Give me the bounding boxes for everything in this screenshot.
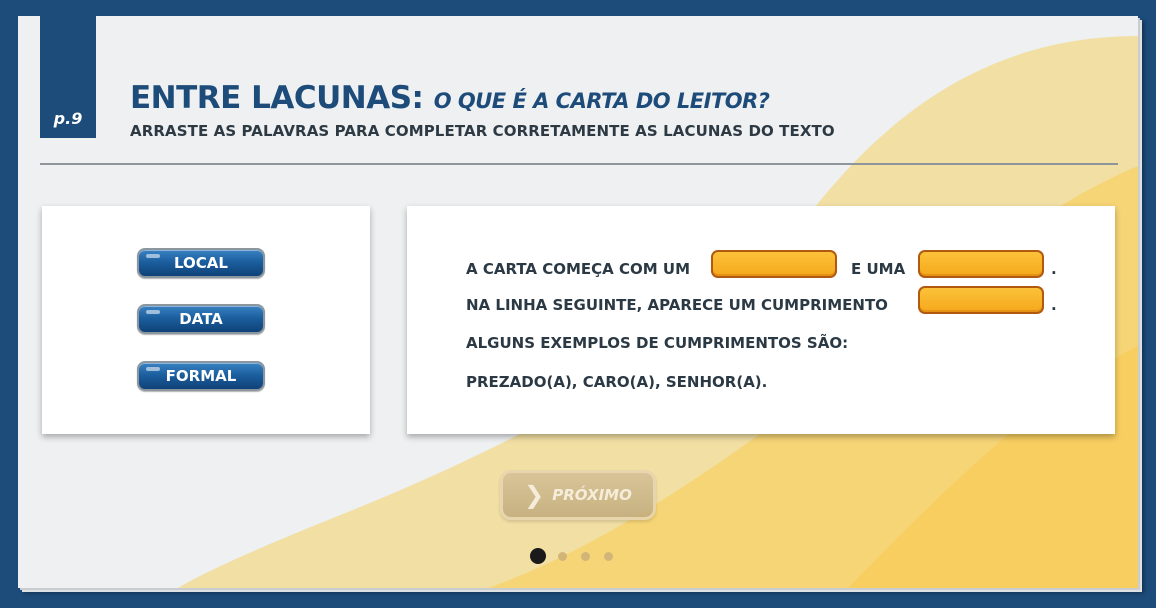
gap-text-card: A CARTA COMEÇA COM UM E UMA . NA LINHA S… [407, 206, 1115, 434]
word-bank-card: LOCAL DATA FORMAL [42, 206, 370, 434]
activity-page: p.9 ENTRE LACUNAS: O QUE É A CARTA DO LE… [18, 16, 1138, 588]
word-button-local[interactable]: LOCAL [137, 248, 265, 278]
title-main: ENTRE LACUNAS: [130, 80, 424, 116]
text-line-2: NA LINHA SEGUINTE, APARECE UM CUMPRIMENT… [466, 296, 888, 314]
pagination-dot-2[interactable] [558, 552, 567, 561]
drop-blank-3[interactable] [918, 286, 1044, 314]
pagination-dot-3[interactable] [581, 552, 590, 561]
page-number: p.9 [53, 109, 83, 128]
header-divider [40, 163, 1118, 165]
page-tab: p.9 [40, 16, 96, 138]
pagination-dot-4[interactable] [604, 552, 613, 561]
next-button[interactable]: ❯ PRÓXIMO [500, 470, 656, 520]
text-line-4: PREZADO(A), CARO(A), SENHOR(A). [466, 373, 768, 391]
text-line-3: ALGUNS EXEMPLOS DE CUMPRIMENTOS SÃO: [466, 334, 849, 352]
page-title: ENTRE LACUNAS: O QUE É A CARTA DO LEITOR… [130, 80, 770, 116]
title-subtitle: O QUE É A CARTA DO LEITOR? [433, 89, 770, 113]
drop-blank-2[interactable] [918, 250, 1044, 278]
instruction-text: ARRASTE AS PALAVRAS PARA COMPLETAR CORRE… [130, 122, 835, 140]
pagination-dot-1[interactable] [530, 548, 546, 564]
text-line-1b: E UMA [851, 260, 906, 278]
word-button-data[interactable]: DATA [137, 304, 265, 334]
chevron-right-icon: ❯ [524, 481, 545, 509]
word-button-formal[interactable]: FORMAL [137, 361, 265, 391]
drop-blank-1[interactable] [711, 250, 837, 278]
text-line-1a: A CARTA COMEÇA COM UM [466, 260, 691, 278]
text-line-2-period: . [1051, 296, 1057, 314]
text-line-1-period: . [1051, 260, 1057, 278]
next-button-label: PRÓXIMO [552, 486, 632, 504]
